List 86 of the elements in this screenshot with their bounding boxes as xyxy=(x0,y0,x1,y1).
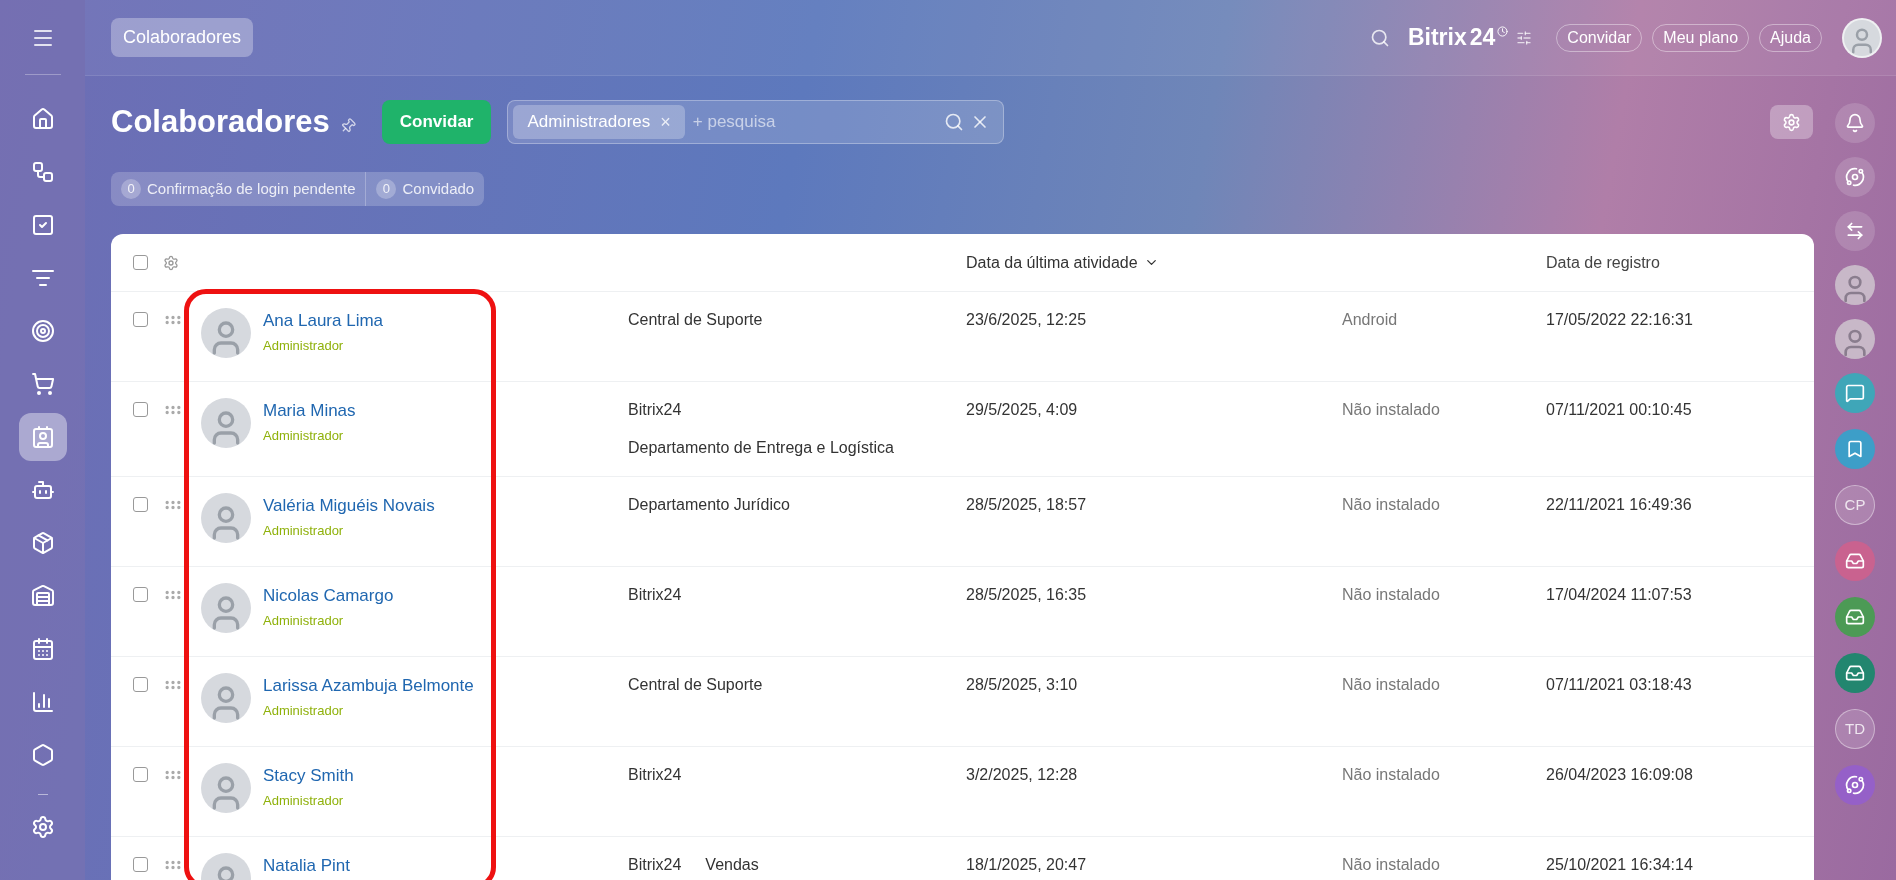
avatar xyxy=(201,763,251,813)
initials-avatar[interactable]: TD xyxy=(1835,709,1875,749)
checkbox[interactable] xyxy=(133,402,148,417)
employee-name-link[interactable]: Nicolas Camargo xyxy=(263,583,394,609)
department-text: Bitrix24 xyxy=(628,765,682,785)
search-field[interactable]: Administradores × + pesquisa xyxy=(507,100,1005,144)
department-text: Vendas xyxy=(705,855,759,875)
last-activity-cell-text: 3/2/2025, 12:28 xyxy=(966,765,1079,785)
registration-date-cell-text: 22/11/2021 16:49:36 xyxy=(1546,495,1693,515)
settings-icon[interactable] xyxy=(163,254,179,271)
role-label: Administrador xyxy=(263,521,345,540)
app-status-cell-text: Não instalado xyxy=(1342,495,1441,515)
filter-tag: Administradores xyxy=(527,109,651,135)
settings-icon[interactable] xyxy=(30,815,55,839)
avatar xyxy=(201,583,251,633)
employee-name-link[interactable]: Valéria Miguéis Novais xyxy=(263,493,435,519)
spiral-icon[interactable] xyxy=(1835,157,1875,197)
registration-date-cell-text: 07/11/2021 00:10:45 xyxy=(1546,400,1693,420)
last-activity-cell-text: 28/5/2025, 16:35 xyxy=(966,585,1088,605)
checkbox[interactable] xyxy=(133,497,148,512)
sliders-icon[interactable] xyxy=(1516,29,1533,46)
role-label: Administrador xyxy=(263,426,345,445)
role-label: Administrador xyxy=(263,701,345,720)
department-text: Central de Suporte xyxy=(628,310,763,330)
department-text: Departamento de Entrega e Logística xyxy=(628,438,894,458)
counter-filter[interactable]: 0 Confirmação de login pendente xyxy=(111,172,366,206)
chat-avatar[interactable] xyxy=(1835,265,1875,305)
last-activity-cell-text: 29/5/2025, 4:09 xyxy=(966,400,1079,420)
department-text: Central de Suporte xyxy=(628,675,763,695)
employee-name-link[interactable]: Natalia Pint xyxy=(263,853,350,879)
logo: Bitrix24 xyxy=(1407,23,1496,53)
invite-button[interactable]: Convidar xyxy=(381,100,492,144)
department-text: Bitrix24 xyxy=(628,585,682,605)
avatar xyxy=(201,398,251,448)
role-label: Administrador xyxy=(263,791,345,810)
tag-remove-button[interactable]: × xyxy=(660,108,671,136)
checkbox[interactable] xyxy=(133,255,148,270)
last-activity-cell-text: 23/6/2025, 12:25 xyxy=(966,310,1088,330)
bell-icon[interactable] xyxy=(1835,103,1875,143)
gear-icon xyxy=(1782,112,1801,132)
role-label: Administrador xyxy=(263,611,345,630)
app-status-cell-text: Não instalado xyxy=(1342,585,1441,605)
registration-date-cell-text: 07/11/2021 03:18:43 xyxy=(1546,675,1693,695)
checkbox[interactable] xyxy=(133,587,148,602)
checkbox[interactable] xyxy=(133,312,148,327)
department-text: Bitrix24 xyxy=(628,400,682,420)
registration-date-cell-text: 17/04/2024 11:07:53 xyxy=(1546,585,1693,605)
contact-card-icon[interactable] xyxy=(18,413,67,461)
app-status-cell-text: Não instalado xyxy=(1342,855,1441,875)
checkbox[interactable] xyxy=(133,767,148,782)
registration-date-cell-text: 25/10/2021 16:34:14 xyxy=(1546,855,1694,875)
app-status-cell-text: Android xyxy=(1342,310,1399,330)
search-icon[interactable] xyxy=(1369,27,1390,48)
settings-button[interactable] xyxy=(1770,105,1813,139)
employee-name-link[interactable]: Larissa Azambuja Belmonte xyxy=(263,673,474,699)
avatar xyxy=(201,308,251,358)
avatar xyxy=(201,673,251,723)
role-label: Administrador xyxy=(263,336,345,355)
last-activity-cell-text: 28/5/2025, 18:57 xyxy=(966,495,1088,515)
initials-avatar[interactable]: CP xyxy=(1835,485,1875,525)
page-title: Colaboradores xyxy=(111,102,330,141)
employee-name-link[interactable]: Stacy Smith xyxy=(263,763,354,789)
search-icon[interactable] xyxy=(944,112,965,132)
user-avatar[interactable] xyxy=(1842,17,1882,58)
department-text: Bitrix24 xyxy=(628,855,682,875)
registration-date-cell-text: 26/04/2023 16:09:08 xyxy=(1546,765,1694,785)
column-header[interactable]: Data da última atividade xyxy=(966,250,1342,275)
registration-date-cell-text: 17/05/2022 22:16:31 xyxy=(1546,310,1694,330)
department-text: Departamento Jurídico xyxy=(628,495,790,515)
checkbox[interactable] xyxy=(133,857,148,872)
app-status-cell-text: Não instalado xyxy=(1342,765,1441,785)
app-status-cell-text: Não instalado xyxy=(1342,400,1441,420)
app-status-cell-text: Não instalado xyxy=(1342,675,1441,695)
employee-name-link[interactable]: Maria Minas xyxy=(263,398,356,424)
last-activity-cell-text: 18/1/2025, 20:47 xyxy=(966,855,1088,875)
column-header[interactable]: Data de registro xyxy=(1546,250,1814,275)
search-input[interactable]: + pesquisa xyxy=(692,109,945,135)
breadcrumb-tab[interactable]: Colaboradores xyxy=(111,18,254,57)
counter-filter[interactable]: 0 Convidado xyxy=(365,172,485,206)
clock-icon xyxy=(1497,26,1509,37)
swap-icon[interactable] xyxy=(1835,211,1875,251)
checkbox[interactable] xyxy=(133,677,148,692)
employee-name-link[interactable]: Ana Laura Lima xyxy=(263,308,384,334)
avatar xyxy=(201,493,251,543)
last-activity-cell-text: 28/5/2025, 3:10 xyxy=(966,675,1079,695)
chat-avatar[interactable] xyxy=(1835,319,1875,359)
